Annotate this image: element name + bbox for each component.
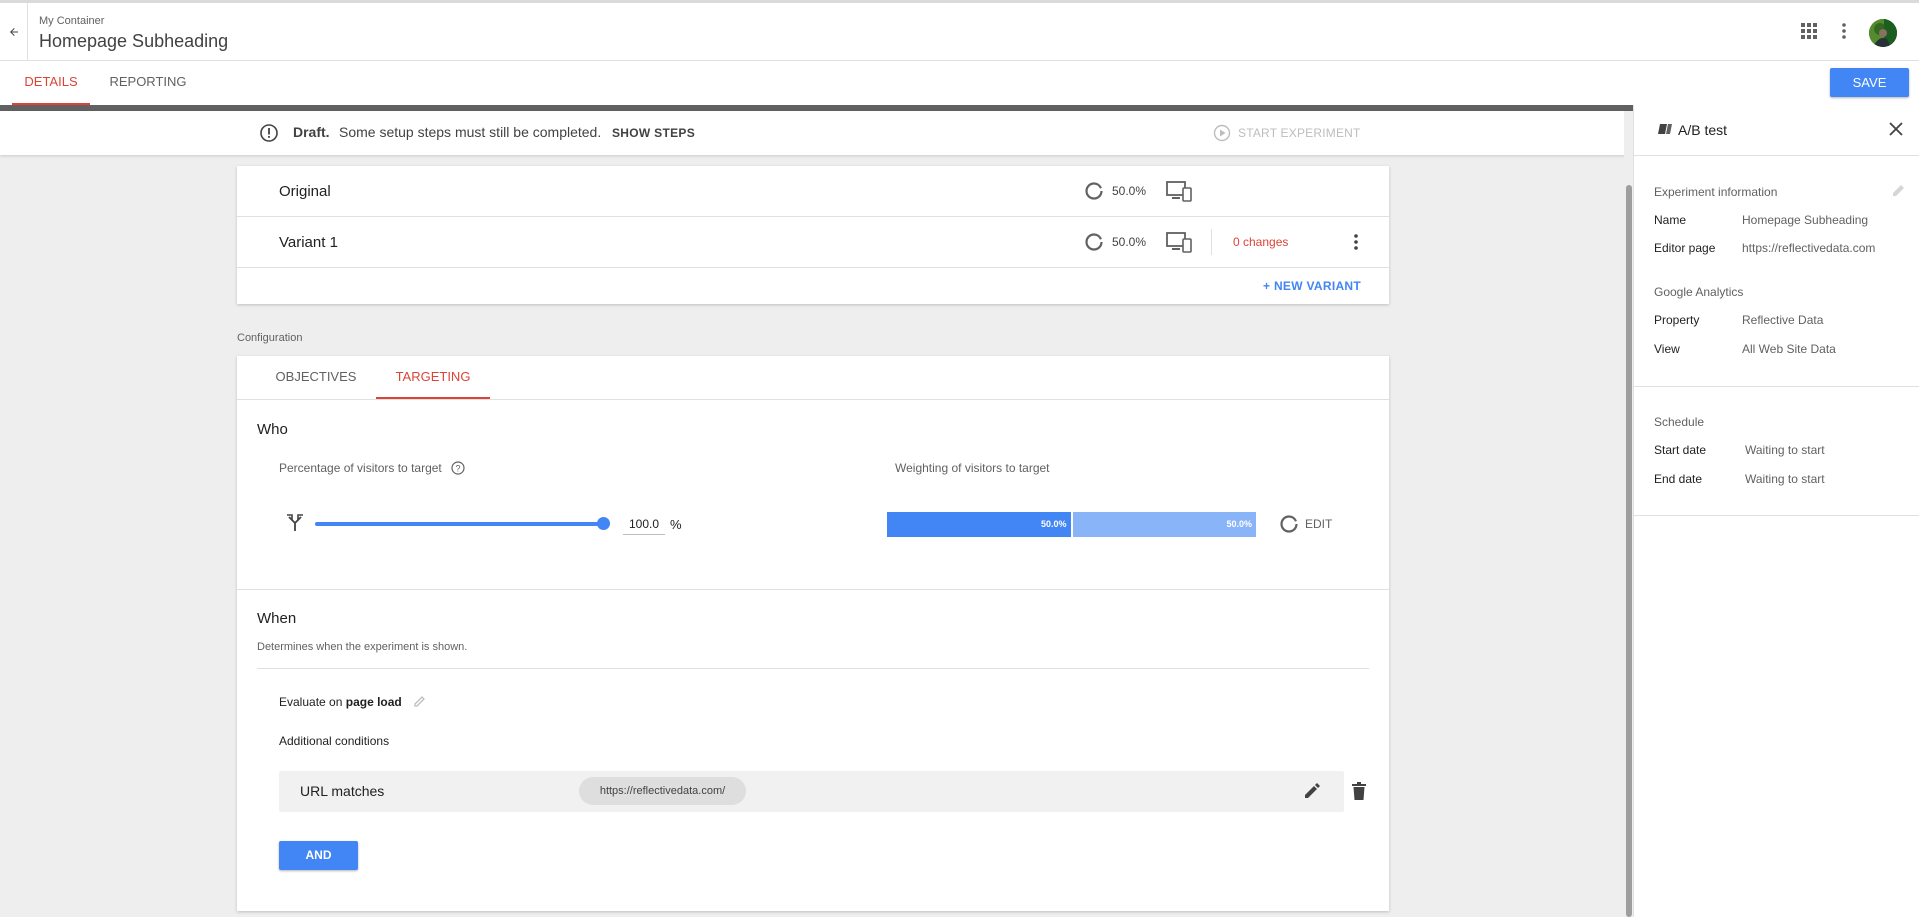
evaluate-prefix: Evaluate on xyxy=(279,695,343,709)
additional-conditions-label: Additional conditions xyxy=(279,734,390,748)
page-title: Homepage Subheading xyxy=(39,31,229,51)
variant-name: Variant 1 xyxy=(279,234,338,251)
percentage-label: Percentage of visitors to target xyxy=(279,461,442,475)
divider xyxy=(237,399,1389,400)
experiment-info-label: Experiment information xyxy=(1654,185,1778,199)
property-value: Reflective Data xyxy=(1742,313,1824,327)
schedule-label: Schedule xyxy=(1654,415,1705,429)
help-icon[interactable]: ? xyxy=(451,461,465,475)
back-button[interactable] xyxy=(0,3,28,61)
pencil-icon[interactable] xyxy=(1303,782,1321,800)
trash-icon[interactable] xyxy=(1351,782,1367,800)
view-value: All Web Site Data xyxy=(1742,342,1836,356)
configuration-label: Configuration xyxy=(237,332,303,344)
evaluate-on-text: Evaluate on page load xyxy=(279,695,402,709)
top-app-bar: My Container Homepage Subheading xyxy=(0,0,1919,61)
editor-page-value: https://reflectivedata.com xyxy=(1742,241,1876,255)
more-vert-icon xyxy=(1354,234,1358,250)
view-key: View xyxy=(1654,342,1680,356)
editor-page-key: Editor page xyxy=(1654,241,1716,255)
tab-reporting[interactable]: REPORTING xyxy=(102,61,194,105)
variant-weight: 50.0% xyxy=(1112,184,1147,198)
tab-details[interactable]: DETAILS xyxy=(12,61,90,105)
percentage-unit: % xyxy=(670,517,682,532)
and-button[interactable]: AND xyxy=(279,841,358,870)
property-key: Property xyxy=(1654,313,1700,327)
save-button[interactable]: SAVE xyxy=(1830,68,1909,97)
evaluate-trigger: page load xyxy=(345,695,402,709)
when-description: Determines when the experiment is shown. xyxy=(257,641,468,653)
start-experiment-label: START EXPERIMENT xyxy=(1238,126,1361,140)
panel-header: A/B test xyxy=(1634,105,1919,156)
variant-name: Original xyxy=(279,183,331,200)
draft-label: Draft. xyxy=(293,124,330,140)
apps-grid-icon xyxy=(1801,23,1817,39)
google-analytics-label: Google Analytics xyxy=(1654,285,1744,299)
condition-row: URL matches https://reflectivedata.com/ xyxy=(279,771,1366,812)
ring-icon xyxy=(1085,233,1103,251)
device-icon[interactable] xyxy=(1166,180,1192,202)
apps-button[interactable] xyxy=(1797,19,1821,43)
draft-message: Some setup steps must still be completed… xyxy=(339,124,602,140)
avatar[interactable] xyxy=(1869,19,1897,47)
divider xyxy=(1634,386,1919,387)
start-date-value: Waiting to start xyxy=(1745,443,1825,457)
end-date-value: Waiting to start xyxy=(1745,472,1825,486)
alert-circle-icon xyxy=(260,124,278,142)
percentage-slider-handle[interactable] xyxy=(597,517,610,530)
name-key: Name xyxy=(1654,213,1687,227)
more-vert-icon xyxy=(1842,23,1846,39)
device-icon[interactable] xyxy=(1166,231,1192,253)
show-steps-button[interactable]: SHOW STEPS xyxy=(612,126,695,140)
edit-weighting-button[interactable]: EDIT xyxy=(1279,514,1332,534)
start-experiment-button[interactable]: START EXPERIMENT xyxy=(1213,122,1361,144)
tab-bar: DETAILS REPORTING SAVE xyxy=(0,61,1919,105)
condition-value-chip[interactable]: https://reflectivedata.com/ xyxy=(579,777,746,805)
divider xyxy=(1211,229,1212,255)
start-date-key: Start date xyxy=(1654,443,1707,457)
weighting-segment: 50.0% xyxy=(1072,512,1256,537)
svg-text:?: ? xyxy=(455,464,460,474)
ring-icon xyxy=(1280,515,1298,533)
pencil-icon[interactable] xyxy=(413,694,427,708)
when-title: When xyxy=(257,610,297,627)
play-circle-icon xyxy=(1213,124,1231,142)
condition-label: URL matches xyxy=(300,783,385,799)
pencil-icon[interactable] xyxy=(1891,182,1907,198)
container-name: My Container xyxy=(39,15,105,27)
variants-card: Original 50.0% Variant 1 50.0% 0 changes… xyxy=(237,166,1389,304)
new-variant-button[interactable]: + NEW VARIANT xyxy=(1263,279,1361,293)
variant-more-button[interactable] xyxy=(1348,230,1364,254)
variant-row-original[interactable]: Original 50.0% xyxy=(237,166,1389,217)
divider xyxy=(1634,515,1919,516)
weighting-segment: 50.0% xyxy=(887,512,1071,537)
end-date-key: End date xyxy=(1654,472,1703,486)
who-title: Who xyxy=(257,421,288,438)
tab-objectives[interactable]: OBJECTIVES xyxy=(265,356,367,399)
percentage-input[interactable] xyxy=(623,513,665,535)
ring-icon xyxy=(1085,182,1103,200)
variant-row-variant-1[interactable]: Variant 1 50.0% 0 changes xyxy=(237,217,1389,268)
changes-link[interactable]: 0 changes xyxy=(1233,235,1288,249)
more-options-button[interactable] xyxy=(1834,19,1854,43)
divider xyxy=(257,668,1369,669)
panel-title: A/B test xyxy=(1678,122,1728,138)
back-arrow-icon xyxy=(9,28,18,36)
percentage-slider[interactable] xyxy=(315,522,606,526)
scrollbar-thumb[interactable] xyxy=(1626,185,1632,917)
weighting-label: Weighting of visitors to target xyxy=(895,461,1050,475)
close-icon[interactable] xyxy=(1887,120,1905,138)
experiment-icon xyxy=(1658,124,1672,134)
variant-weight: 50.0% xyxy=(1112,235,1147,249)
weighting-bar: 50.0% 50.0% xyxy=(887,512,1256,537)
draft-status-bar: Draft. Some setup steps must still be co… xyxy=(0,111,1633,155)
experiment-side-panel: A/B test Experiment information Name Hom… xyxy=(1633,105,1919,917)
divider xyxy=(237,589,1389,590)
name-value: Homepage Subheading xyxy=(1742,213,1869,227)
edit-label: EDIT xyxy=(1305,517,1333,531)
tab-targeting[interactable]: TARGETING xyxy=(376,356,490,399)
split-icon xyxy=(287,514,303,531)
configuration-card: OBJECTIVES TARGETING Who Percentage of v… xyxy=(237,356,1389,911)
